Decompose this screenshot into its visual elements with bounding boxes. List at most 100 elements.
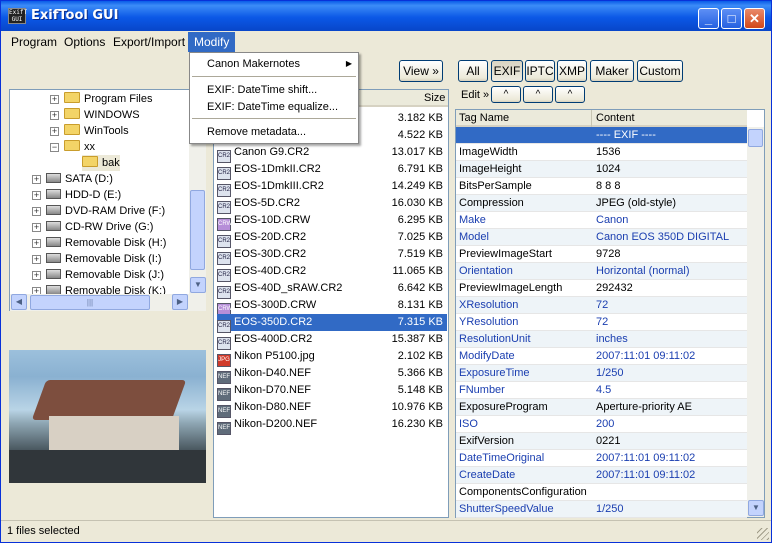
- menu-options[interactable]: Options: [58, 32, 111, 52]
- file-row[interactable]: CR2 EOS-30D.CR2 7.519 KB: [217, 246, 447, 265]
- tree-item[interactable]: + WINDOWS: [50, 107, 140, 123]
- app-window: ExifT GUI ExifTool GUI _ □ ✕ Program Opt…: [0, 0, 772, 543]
- metadata-row[interactable]: ImageHeight 1024: [456, 161, 747, 178]
- menu-program[interactable]: Program: [5, 32, 63, 52]
- size-header[interactable]: Size: [424, 90, 445, 107]
- file-row[interactable]: CR2 EOS-1DmkII.CR2 6.791 KB: [217, 161, 447, 180]
- metadata-row[interactable]: ISO 200: [456, 416, 747, 433]
- resize-grip[interactable]: [757, 528, 769, 540]
- file-row[interactable]: NEF Nikon-D200.NEF 16.230 KB: [217, 416, 447, 435]
- filter-button-xmp[interactable]: XMP: [557, 60, 587, 82]
- expand-icon[interactable]: +: [50, 95, 59, 104]
- metadata-scroll-down[interactable]: ▼: [748, 500, 764, 516]
- metadata-row[interactable]: Compression JPEG (old-style): [456, 195, 747, 212]
- metadata-row[interactable]: DateTimeOriginal 2007:11:01 09:11:02: [456, 450, 747, 467]
- expand-icon[interactable]: +: [32, 207, 41, 216]
- tree-scroll-right[interactable]: ▶: [172, 294, 188, 310]
- collapse-icon[interactable]: −: [50, 143, 59, 152]
- maximize-button[interactable]: □: [721, 8, 742, 29]
- expand-icon[interactable]: +: [32, 239, 41, 248]
- metadata-row[interactable]: FNumber 4.5: [456, 382, 747, 399]
- file-row[interactable]: NEF Nikon-D40.NEF 5.366 KB: [217, 365, 447, 384]
- filter-button-maker[interactable]: Maker: [590, 60, 634, 82]
- title-bar[interactable]: ExifT GUI ExifTool GUI _ □ ✕: [1, 1, 771, 31]
- view-button[interactable]: View »: [399, 60, 443, 82]
- menu-export-import[interactable]: Export/Import: [107, 32, 191, 52]
- expand-icon[interactable]: +: [50, 111, 59, 120]
- metadata-row[interactable]: ResolutionUnit inches: [456, 331, 747, 348]
- file-row[interactable]: JPG Nikon P5100.jpg 2.102 KB: [217, 348, 447, 367]
- menu-item-datetime-equalize[interactable]: EXIF: DateTime equalize...: [190, 98, 358, 116]
- metadata-scroll-thumb[interactable]: [748, 129, 763, 147]
- minimize-button[interactable]: _: [698, 8, 719, 29]
- tree-item[interactable]: + Removable Disk (H:): [32, 235, 166, 251]
- tree-item[interactable]: − xx: [50, 139, 95, 155]
- expand-icon[interactable]: +: [32, 175, 41, 184]
- metadata-row[interactable]: ---- EXIF ----: [456, 127, 747, 144]
- metadata-row[interactable]: Make Canon: [456, 212, 747, 229]
- close-button[interactable]: ✕: [744, 8, 765, 29]
- tree-item[interactable]: + Program Files: [50, 91, 152, 107]
- menu-item-remove-metadata[interactable]: Remove metadata...: [190, 123, 358, 141]
- file-row[interactable]: CRW EOS-300D.CRW 8.131 KB: [217, 297, 447, 316]
- metadata-row[interactable]: YResolution 72: [456, 314, 747, 331]
- tree-item[interactable]: bak: [82, 155, 120, 171]
- filter-button-iptc[interactable]: IPTC: [525, 60, 555, 82]
- tree-item[interactable]: + Removable Disk (J:): [32, 267, 164, 283]
- tree-item[interactable]: + SATA (D:): [32, 171, 113, 187]
- tree-item[interactable]: + CD-RW Drive (G:): [32, 219, 153, 235]
- move-up-button[interactable]: ^: [523, 86, 553, 103]
- file-row[interactable]: CR2 EOS-400D.CR2 15.387 KB: [217, 331, 447, 350]
- menu-modify[interactable]: Modify: [188, 32, 236, 52]
- expand-icon[interactable]: +: [50, 127, 59, 136]
- file-row[interactable]: NEF Nikon-D80.NEF 10.976 KB: [217, 399, 447, 418]
- metadata-row[interactable]: ComponentsConfiguration: [456, 484, 747, 501]
- metadata-row[interactable]: Model Canon EOS 350D DIGITAL: [456, 229, 747, 246]
- file-row[interactable]: CR2 EOS-40D.CR2 11.065 KB: [217, 263, 447, 282]
- metadata-row[interactable]: CreateDate 2007:11:01 09:11:02: [456, 467, 747, 484]
- tree-scroll-left[interactable]: ◀: [11, 294, 27, 310]
- metadata-row[interactable]: ModifyDate 2007:11:01 09:11:02: [456, 348, 747, 365]
- content-header[interactable]: Content: [596, 110, 635, 127]
- metadata-row[interactable]: XResolution 72: [456, 297, 747, 314]
- tree-scrollbar-horizontal[interactable]: ◀ ||| ▶: [10, 294, 206, 311]
- expand-icon[interactable]: +: [32, 271, 41, 280]
- filter-button-exif[interactable]: EXIF: [491, 60, 523, 82]
- menu-item-canon-makernotes[interactable]: Canon Makernotes ▶: [190, 55, 358, 73]
- file-row[interactable]: CR2 Canon G9.CR2 13.017 KB: [217, 144, 447, 163]
- metadata-row[interactable]: ShutterSpeedValue 1/250: [456, 501, 747, 518]
- metadata-row[interactable]: Orientation Horizontal (normal): [456, 263, 747, 280]
- filter-button-all[interactable]: All: [458, 60, 488, 82]
- tree-item[interactable]: + DVD-RAM Drive (F:): [32, 203, 165, 219]
- tree-item[interactable]: + WinTools: [50, 123, 129, 139]
- tag-name-header[interactable]: Tag Name: [459, 110, 509, 127]
- move-up-button[interactable]: ^: [555, 86, 585, 103]
- menu-item-datetime-shift[interactable]: EXIF: DateTime shift...: [190, 81, 358, 99]
- file-row[interactable]: CR2 EOS-5D.CR2 16.030 KB: [217, 195, 447, 214]
- metadata-row[interactable]: ExposureTime 1/250: [456, 365, 747, 382]
- tree-scroll-thumb-horizontal[interactable]: |||: [30, 295, 150, 310]
- file-row[interactable]: NEF Nikon-D70.NEF 5.148 KB: [217, 382, 447, 401]
- tree-item[interactable]: + Removable Disk (I:): [32, 251, 162, 267]
- file-row[interactable]: CR2 EOS-350D.CR2 7.315 KB: [217, 314, 447, 333]
- metadata-row[interactable]: ExifVersion 0221: [456, 433, 747, 450]
- metadata-row[interactable]: PreviewImageStart 9728: [456, 246, 747, 263]
- expand-icon[interactable]: +: [32, 255, 41, 264]
- file-row[interactable]: CR2 EOS-20D.CR2 7.025 KB: [217, 229, 447, 248]
- file-row[interactable]: CR2 EOS-40D_sRAW.CR2 6.642 KB: [217, 280, 447, 299]
- tree-item[interactable]: + HDD-D (E:): [32, 187, 121, 203]
- tree-scroll-thumb[interactable]: [190, 190, 205, 270]
- metadata-row[interactable]: PreviewImageLength 292432: [456, 280, 747, 297]
- expand-icon[interactable]: +: [32, 223, 41, 232]
- metadata-row[interactable]: BitsPerSample 8 8 8: [456, 178, 747, 195]
- folder-tree[interactable]: + Program Files + WINDOWS + WinTools − xx bak + SA…: [9, 89, 206, 311]
- move-up-button[interactable]: ^: [491, 86, 521, 103]
- tree-scroll-down[interactable]: ▼: [190, 277, 206, 293]
- expand-icon[interactable]: +: [32, 191, 41, 200]
- file-row[interactable]: CRW EOS-10D.CRW 6.295 KB: [217, 212, 447, 231]
- filter-button-custom[interactable]: Custom: [637, 60, 683, 82]
- file-row[interactable]: CR2 EOS-1DmkIII.CR2 14.249 KB: [217, 178, 447, 197]
- metadata-scrollbar[interactable]: ▼: [747, 127, 764, 517]
- metadata-row[interactable]: ImageWidth 1536: [456, 144, 747, 161]
- metadata-row[interactable]: ExposureProgram Aperture-priority AE: [456, 399, 747, 416]
